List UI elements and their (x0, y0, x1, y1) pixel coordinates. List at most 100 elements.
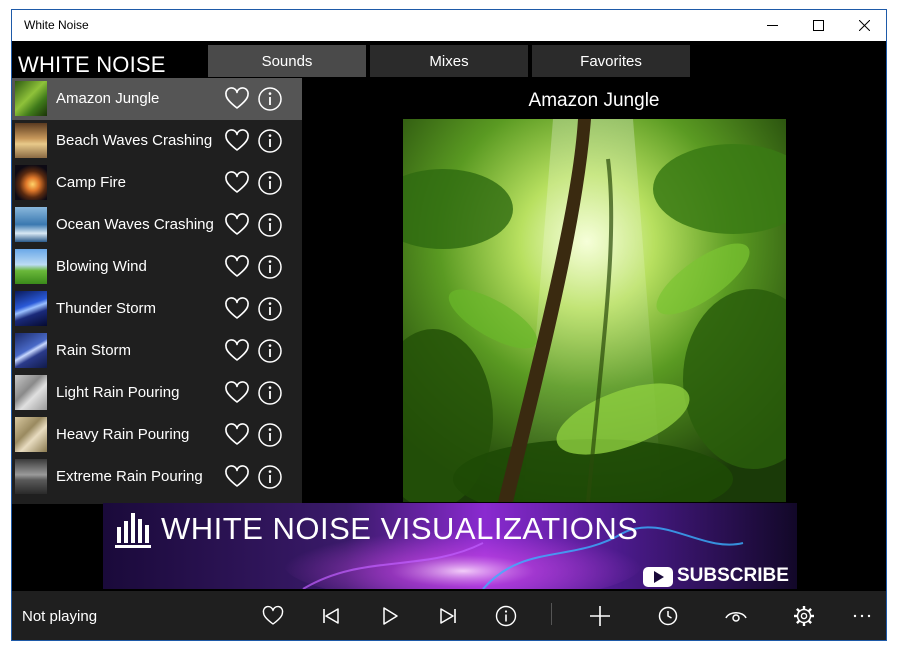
window-title: White Noise (24, 18, 89, 32)
heart-icon (225, 423, 249, 445)
heart-icon (225, 465, 249, 487)
sound-thumbnail (15, 375, 47, 410)
sound-thumbnail (15, 459, 47, 494)
sound-name: Beach Waves Crashing (56, 132, 213, 149)
favorite-button[interactable] (223, 337, 251, 365)
heart-icon (225, 87, 249, 109)
app-window: White Noise WHITE NOISE Sounds Mixes Fav… (11, 9, 887, 641)
sound-item-rain-storm[interactable]: Rain Storm (12, 330, 302, 372)
info-icon (495, 605, 517, 627)
playback-status: Not playing (22, 608, 98, 625)
sound-thumbnail (15, 123, 47, 158)
tab-mixes[interactable]: Mixes (370, 45, 528, 77)
sound-thumbnail (15, 81, 47, 116)
sound-item-beach-waves-crashing[interactable]: Beach Waves Crashing (12, 120, 302, 162)
sound-hero-image (403, 119, 786, 502)
sound-thumbnail (15, 207, 47, 242)
next-button[interactable] (436, 604, 460, 628)
info-icon (258, 339, 282, 363)
sound-name: Ocean Waves Crashing (56, 216, 214, 233)
favorite-button[interactable] (223, 379, 251, 407)
tab-sounds[interactable]: Sounds (208, 45, 366, 77)
sound-item-light-rain-pouring[interactable]: Light Rain Pouring (12, 372, 302, 414)
sound-item-thunder-storm[interactable]: Thunder Storm (12, 288, 302, 330)
info-button[interactable] (256, 463, 284, 491)
previous-button[interactable] (319, 604, 343, 628)
skip-previous-icon (323, 608, 339, 624)
play-button[interactable] (378, 604, 402, 628)
sound-thumbnail (15, 165, 47, 200)
favorite-button[interactable] (223, 295, 251, 323)
info-button[interactable] (256, 295, 284, 323)
info-button[interactable] (256, 169, 284, 197)
maximize-button[interactable] (795, 10, 841, 41)
plus-icon (590, 606, 610, 626)
sound-item-ocean-waves-crashing[interactable]: Ocean Waves Crashing (12, 204, 302, 246)
info-button[interactable] (256, 421, 284, 449)
sound-name: Thunder Storm (56, 300, 157, 317)
settings-button[interactable] (792, 604, 816, 628)
tab-favorites[interactable]: Favorites (532, 45, 690, 77)
sound-name: Light Rain Pouring (56, 384, 180, 401)
sound-item-camp-fire[interactable]: Camp Fire (12, 162, 302, 204)
eye-icon (725, 612, 747, 622)
more-button[interactable] (850, 604, 874, 628)
favorite-current-button[interactable] (261, 604, 285, 628)
skip-next-icon (440, 608, 456, 624)
favorite-button[interactable] (223, 85, 251, 113)
heart-icon (225, 213, 249, 235)
sound-thumbnail (15, 249, 47, 284)
sound-name: Blowing Wind (56, 258, 147, 275)
info-button[interactable] (256, 253, 284, 281)
close-button[interactable] (841, 10, 886, 41)
clock-icon (658, 606, 678, 626)
favorite-button[interactable] (223, 463, 251, 491)
more-icon (853, 614, 871, 618)
selected-sound-title: Amazon Jungle (528, 90, 660, 111)
sound-name: Rain Storm (56, 342, 132, 359)
minimize-button[interactable] (749, 10, 795, 41)
favorite-button[interactable] (223, 211, 251, 239)
close-icon (858, 20, 870, 31)
info-icon (258, 297, 282, 321)
heart-icon (225, 255, 249, 277)
banner-title: WHITE NOISE VISUALIZATIONS (161, 511, 639, 546)
visualization-button[interactable] (724, 604, 748, 628)
heart-icon (225, 171, 249, 193)
jungle-image (403, 119, 786, 502)
title-bar: White Noise (12, 10, 886, 41)
info-icon (258, 381, 282, 405)
sound-name: Camp Fire (56, 174, 127, 191)
sound-item-extreme-rain-pouring[interactable]: Extreme Rain Pouring (12, 456, 302, 498)
favorite-button[interactable] (223, 421, 251, 449)
toolbar-separator (551, 603, 552, 625)
info-icon (258, 465, 282, 489)
info-icon (258, 255, 282, 279)
sound-item-amazon-jungle[interactable]: Amazon Jungle (12, 78, 302, 120)
subscribe-banner[interactable]: WHITE NOISE VISUALIZATIONS SUBSCRIBE (103, 503, 797, 589)
info-icon (258, 171, 282, 195)
heart-icon (262, 605, 284, 625)
info-icon (258, 423, 282, 447)
heart-icon (225, 129, 249, 151)
play-icon (383, 607, 398, 625)
sound-info-button[interactable] (494, 604, 518, 628)
info-button[interactable] (256, 379, 284, 407)
info-button[interactable] (256, 127, 284, 155)
timer-button[interactable] (656, 604, 680, 628)
sound-name: Extreme Rain Pouring (56, 468, 203, 485)
info-icon (258, 213, 282, 237)
info-button[interactable] (256, 211, 284, 239)
player-bar: Not playing (12, 591, 886, 640)
subscribe-label: SUBSCRIBE (677, 565, 789, 586)
sound-item-blowing-wind[interactable]: Blowing Wind (12, 246, 302, 288)
favorite-button[interactable] (223, 169, 251, 197)
info-button[interactable] (256, 85, 284, 113)
info-button[interactable] (256, 337, 284, 365)
sound-item-heavy-rain-pouring[interactable]: Heavy Rain Pouring (12, 414, 302, 456)
favorite-button[interactable] (223, 253, 251, 281)
heart-icon (225, 381, 249, 403)
favorite-button[interactable] (223, 127, 251, 155)
add-button[interactable] (588, 604, 612, 628)
info-icon (258, 129, 282, 153)
